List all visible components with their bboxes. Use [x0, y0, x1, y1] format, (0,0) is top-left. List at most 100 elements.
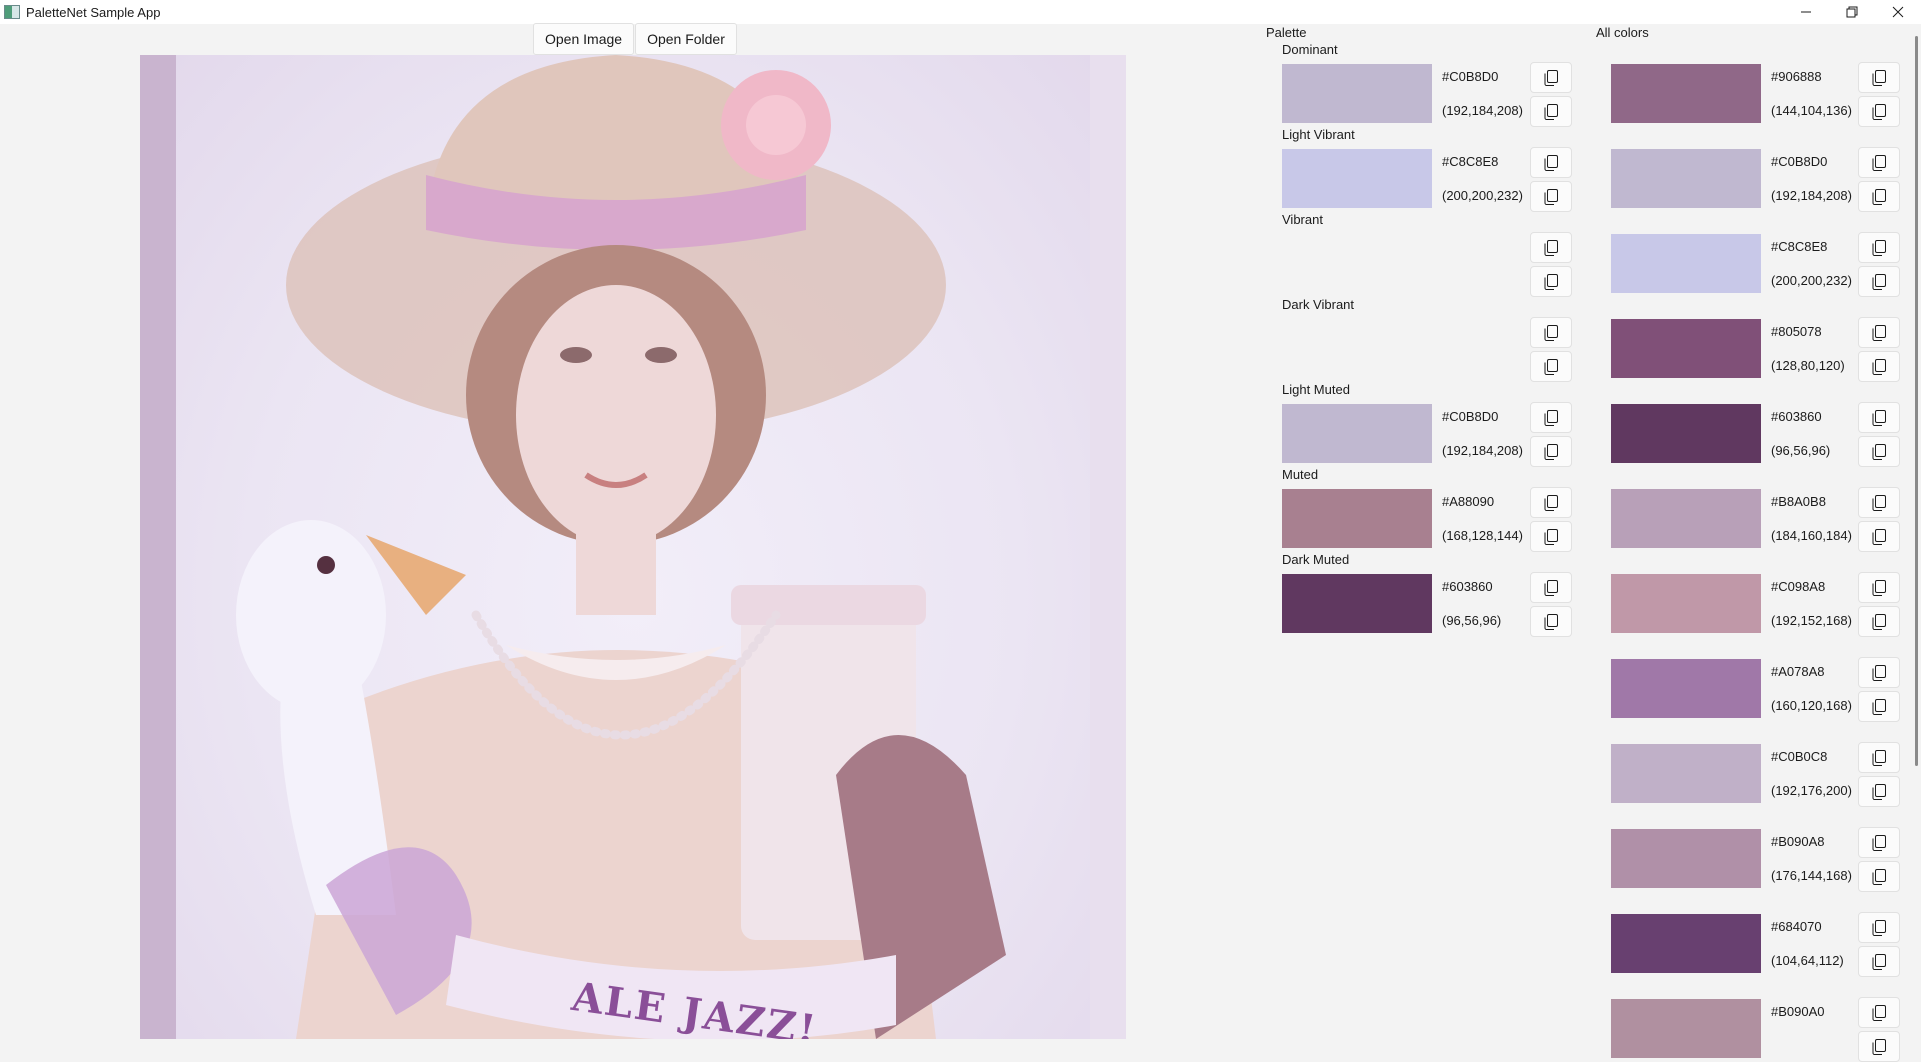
all-colors-scrollbar[interactable]	[1915, 36, 1918, 766]
minimize-icon	[1801, 11, 1811, 13]
all-colors-hex-value: #C098A8	[1771, 579, 1826, 594]
artwork-illustration	[236, 55, 1006, 1039]
palette-rgb-value: (192,184,208)	[1442, 443, 1523, 458]
copy-rgb-button[interactable]	[1858, 266, 1900, 297]
copy-hex-button[interactable]	[1858, 232, 1900, 263]
copy-icon	[1872, 358, 1886, 375]
copy-hex-button[interactable]	[1530, 487, 1572, 518]
copy-icon	[1872, 69, 1886, 86]
copy-hex-button[interactable]	[1530, 232, 1572, 263]
copy-hex-button[interactable]	[1858, 657, 1900, 688]
copy-icon	[1872, 324, 1886, 341]
copy-rgb-button[interactable]	[1530, 521, 1572, 552]
all-colors-swatch	[1611, 64, 1761, 123]
title-bar: PaletteNet Sample App	[0, 0, 1921, 24]
copy-icon	[1872, 443, 1886, 460]
palette-hex-value: #C8C8E8	[1442, 154, 1499, 169]
copy-rgb-button[interactable]	[1530, 436, 1572, 467]
palette-group-label: Vibrant	[1282, 212, 1323, 227]
copy-hex-button[interactable]	[1858, 487, 1900, 518]
copy-rgb-button[interactable]	[1530, 606, 1572, 637]
copy-rgb-button[interactable]	[1858, 181, 1900, 212]
copy-icon	[1544, 273, 1558, 290]
palette-group-label: Light Vibrant	[1282, 127, 1355, 142]
all-colors-rgb-value: (184,160,184)	[1771, 528, 1852, 543]
copy-rgb-button[interactable]	[1858, 1031, 1900, 1062]
all-colors-hex-value: #B090A8	[1771, 834, 1825, 849]
copy-rgb-button[interactable]	[1858, 351, 1900, 382]
window-controls	[1783, 0, 1921, 24]
copy-hex-button[interactable]	[1530, 402, 1572, 433]
all-colors-hex-value: #684070	[1771, 919, 1822, 934]
copy-hex-button[interactable]	[1530, 572, 1572, 603]
palette-group-label: Light Muted	[1282, 382, 1350, 397]
all-colors-rgb-value: (200,200,232)	[1771, 273, 1852, 288]
palette-hex-value: #C0B8D0	[1442, 69, 1499, 84]
restore-icon	[1846, 6, 1858, 18]
copy-hex-button[interactable]	[1858, 402, 1900, 433]
palette-rgb-value: (192,184,208)	[1442, 103, 1523, 118]
copy-rgb-button[interactable]	[1530, 181, 1572, 212]
all-colors-rgb-value: (160,120,168)	[1771, 698, 1852, 713]
copy-hex-button[interactable]	[1530, 62, 1572, 93]
palette-rgb-value: (96,56,96)	[1442, 613, 1502, 628]
copy-icon	[1544, 324, 1558, 341]
copy-hex-button[interactable]	[1858, 912, 1900, 943]
palette-swatch	[1282, 489, 1432, 548]
copy-rgb-button[interactable]	[1530, 96, 1572, 127]
copy-hex-button[interactable]	[1858, 742, 1900, 773]
copy-icon	[1872, 834, 1886, 851]
copy-hex-button[interactable]	[1858, 827, 1900, 858]
copy-icon	[1544, 358, 1558, 375]
copy-rgb-button[interactable]	[1858, 96, 1900, 127]
all-colors-rgb-value: (192,184,208)	[1771, 188, 1852, 203]
artwork-image: ALE JAZZ!	[176, 55, 1090, 1039]
all-colors-rgb-value: (128,80,120)	[1771, 358, 1845, 373]
copy-rgb-button[interactable]	[1858, 776, 1900, 807]
copy-icon	[1872, 664, 1886, 681]
open-image-button[interactable]: Open Image	[533, 23, 635, 55]
copy-rgb-button[interactable]	[1530, 351, 1572, 382]
copy-icon	[1872, 783, 1886, 800]
palette-rgb-value: (200,200,232)	[1442, 188, 1523, 203]
copy-icon	[1544, 409, 1558, 426]
copy-rgb-button[interactable]	[1858, 861, 1900, 892]
copy-icon	[1872, 953, 1886, 970]
copy-icon	[1872, 1004, 1886, 1021]
copy-icon	[1544, 494, 1558, 511]
copy-rgb-button[interactable]	[1858, 436, 1900, 467]
close-button[interactable]	[1875, 0, 1921, 24]
copy-hex-button[interactable]	[1858, 317, 1900, 348]
toolbar: Open Image Open Folder	[533, 23, 737, 55]
all-colors-swatch	[1611, 234, 1761, 293]
copy-rgb-button[interactable]	[1530, 266, 1572, 297]
all-colors-swatch	[1611, 914, 1761, 973]
maximize-button[interactable]	[1829, 0, 1875, 24]
copy-hex-button[interactable]	[1858, 997, 1900, 1028]
all-colors-swatch	[1611, 999, 1761, 1058]
copy-hex-button[interactable]	[1530, 317, 1572, 348]
open-folder-button[interactable]: Open Folder	[635, 23, 737, 55]
palette-group-label: Dark Muted	[1282, 552, 1350, 567]
all-colors-swatch	[1611, 659, 1761, 718]
copy-rgb-button[interactable]	[1858, 521, 1900, 552]
copy-rgb-button[interactable]	[1858, 946, 1900, 977]
copy-rgb-button[interactable]	[1858, 691, 1900, 722]
copy-icon	[1872, 239, 1886, 256]
copy-hex-button[interactable]	[1858, 147, 1900, 178]
copy-icon	[1544, 239, 1558, 256]
palette-hex-value: #A88090	[1442, 494, 1495, 509]
all-colors-hex-value: #B8A0B8	[1771, 494, 1826, 509]
all-colors-rgb-value: (96,56,96)	[1771, 443, 1831, 458]
minimize-button[interactable]	[1783, 0, 1829, 24]
close-icon	[1892, 6, 1904, 18]
copy-hex-button[interactable]	[1530, 147, 1572, 178]
palette-swatch	[1282, 574, 1432, 633]
copy-rgb-button[interactable]	[1858, 606, 1900, 637]
all-colors-hex-value: #906888	[1771, 69, 1822, 84]
copy-hex-button[interactable]	[1858, 572, 1900, 603]
copy-hex-button[interactable]	[1858, 62, 1900, 93]
palette-swatch	[1282, 404, 1432, 463]
all-colors-hex-value: #A078A8	[1771, 664, 1825, 679]
copy-icon	[1544, 154, 1558, 171]
